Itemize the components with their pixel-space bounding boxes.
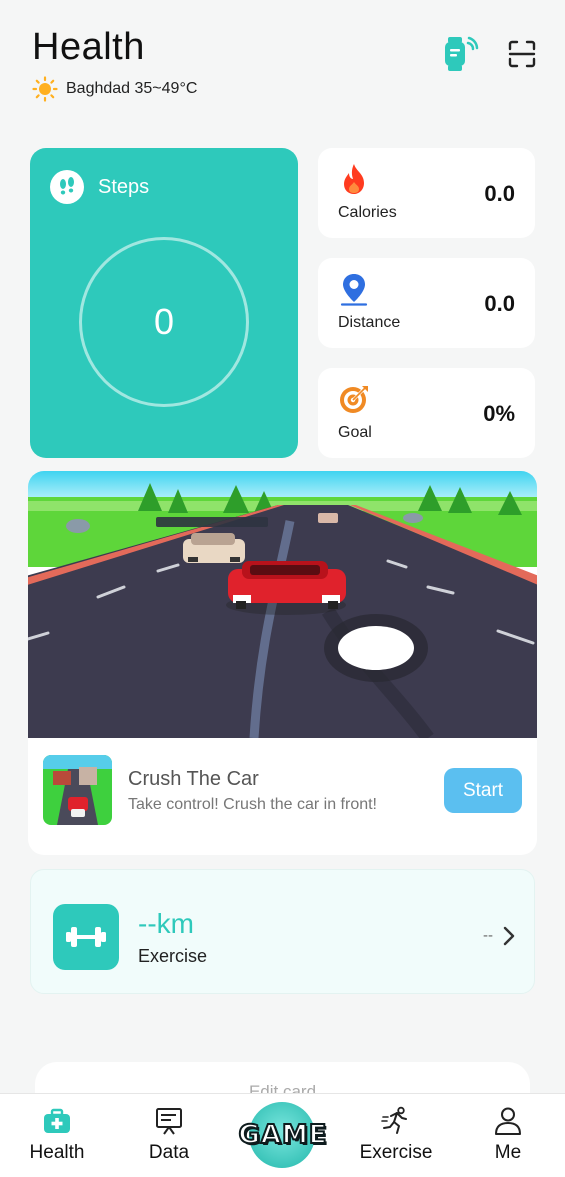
calories-value: 0.0 xyxy=(484,181,515,206)
dumbbell-icon xyxy=(53,904,119,970)
game-thumbnail[interactable] xyxy=(43,755,112,825)
runner-icon xyxy=(381,1106,407,1134)
nav-me[interactable]: Me xyxy=(463,1106,553,1164)
nav-exercise[interactable]: Exercise xyxy=(351,1106,441,1164)
weather-text: Baghdad 35~49°C xyxy=(66,80,198,97)
smartwatch-icon[interactable] xyxy=(441,34,479,74)
steps-card[interactable]: Steps 0 xyxy=(30,148,298,458)
game-info: Crush The Car Take control! Crush the ca… xyxy=(28,738,537,855)
flame-icon xyxy=(344,164,364,194)
distance-value: 0.0 xyxy=(484,291,515,316)
goal-label: Goal xyxy=(338,424,372,441)
person-icon xyxy=(495,1107,521,1135)
nav-game-label: GAME xyxy=(237,1119,328,1151)
distance-card[interactable]: Distance 0.0 xyxy=(318,258,535,348)
nav-health-label: Health xyxy=(29,1142,85,1163)
exercise-detail: -- xyxy=(483,927,493,944)
presentation-board-icon xyxy=(156,1108,182,1135)
page-title: Health xyxy=(32,26,145,68)
target-icon xyxy=(340,386,368,413)
steps-progress-ring: 0 xyxy=(79,237,249,407)
exercise-distance: --km xyxy=(138,908,194,939)
exercise-card[interactable]: --km Exercise -- xyxy=(30,869,535,994)
goal-card[interactable]: Goal 0% xyxy=(318,368,535,458)
nav-me-label: Me xyxy=(494,1142,522,1163)
game-description: Take control! Crush the car in front! xyxy=(128,796,377,813)
calories-label: Calories xyxy=(338,204,397,221)
chevron-right-icon[interactable] xyxy=(503,926,515,946)
exercise-label: Exercise xyxy=(138,946,208,966)
distance-label: Distance xyxy=(338,314,401,331)
location-pin-icon xyxy=(340,274,368,306)
nav-game[interactable]: GAME xyxy=(224,1102,342,1174)
start-game-button[interactable]: Start xyxy=(444,768,522,813)
game-title: Crush The Car xyxy=(128,768,259,790)
steps-header: Steps xyxy=(50,170,149,204)
calories-card[interactable]: Calories 0.0 xyxy=(318,148,535,238)
game-card[interactable]: Crush The Car Take control! Crush the ca… xyxy=(28,471,537,855)
sun-icon xyxy=(32,76,58,102)
nav-exercise-label: Exercise xyxy=(359,1142,433,1163)
weather-info: Baghdad 35~49°C xyxy=(32,76,197,102)
header: Health Baghdad 35~49°C xyxy=(0,0,565,120)
footprints-icon xyxy=(50,170,84,204)
nav-data[interactable]: Data xyxy=(124,1106,214,1164)
game-preview-image[interactable] xyxy=(28,471,537,738)
goal-value: 0% xyxy=(483,401,515,426)
nav-health[interactable]: Health xyxy=(12,1106,102,1164)
bottom-navigation: Health Data GAME Exercise Me xyxy=(0,1093,565,1177)
steps-label: Steps xyxy=(98,175,150,198)
steps-value: 0 xyxy=(153,301,175,342)
medical-kit-icon xyxy=(44,1108,70,1133)
scan-icon[interactable] xyxy=(508,40,536,68)
nav-data-label: Data xyxy=(148,1142,190,1163)
